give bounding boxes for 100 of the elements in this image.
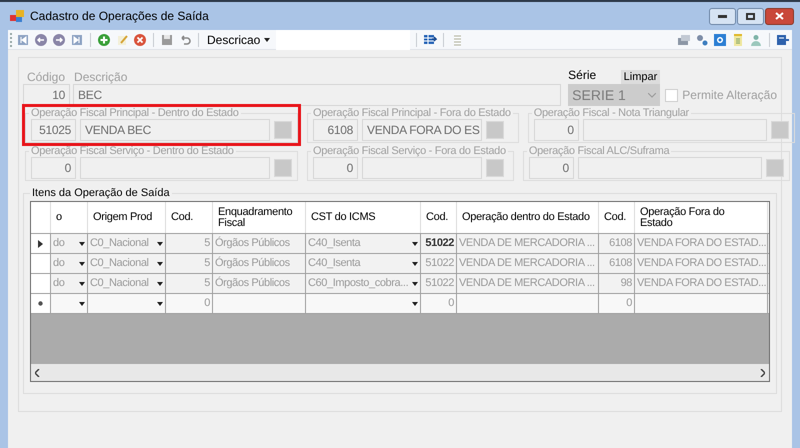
cell-text: 51022	[425, 256, 454, 272]
column-header[interactable]: Cod.	[599, 202, 635, 233]
group-title: Operação Fiscal Serviço - Fora do Estado	[312, 145, 507, 157]
add-icon[interactable]	[97, 32, 111, 46]
gear-icon[interactable]	[695, 32, 709, 46]
column-header[interactable]: CST do ICMS	[306, 202, 421, 233]
column-header[interactable]: Origem Prod	[88, 202, 166, 233]
description-field[interactable]	[80, 157, 270, 179]
edit-icon[interactable]	[115, 32, 129, 46]
search-field-dropdown[interactable]: Descricao	[205, 30, 272, 48]
current-row-icon	[38, 240, 43, 248]
delete-icon[interactable]	[133, 32, 147, 46]
dropdown-arrow-icon[interactable]	[79, 282, 85, 286]
code-field[interactable]: 51025	[31, 119, 76, 141]
cell-text: 6108	[609, 256, 632, 272]
cell-text: C40_Isenta	[308, 236, 360, 252]
cell-text: C60_Imposto_cobra...	[308, 276, 408, 292]
cell-text: 5	[204, 236, 210, 252]
cell-text: 0	[448, 296, 454, 312]
cell-text: VENDA DE MERCADORIA ...	[459, 236, 595, 252]
field-label: Código	[26, 69, 66, 84]
group-title: Operação Fiscal - Nota Triangular	[532, 107, 690, 119]
cell-text: do	[53, 236, 64, 252]
next-icon[interactable]	[52, 32, 66, 46]
cell-text: Órgãos Públicos	[215, 256, 290, 272]
description-field[interactable]: VENDA BEC	[80, 119, 270, 141]
checkbox[interactable]	[665, 88, 678, 102]
cell-text: 0	[204, 296, 210, 312]
cell-text: Órgãos Públicos	[215, 236, 290, 252]
group-title: Operação Fiscal ALC/Suframa	[528, 145, 671, 157]
column-header[interactable]: Cod.	[421, 202, 457, 233]
cell-text: 51022	[425, 276, 454, 292]
dropdown-arrow-icon[interactable]	[157, 262, 163, 266]
dropdown-arrow-icon[interactable]	[412, 302, 418, 306]
description-field[interactable]	[362, 157, 482, 179]
group-title: Operação Fiscal Principal - Fora do Estado	[312, 107, 512, 119]
column-header[interactable]: Enquadramento Fiscal	[213, 202, 306, 233]
description-field[interactable]	[582, 119, 767, 141]
clear-button[interactable]: Limpar	[620, 70, 660, 84]
exit-icon[interactable]	[776, 32, 790, 46]
grid-export-icon[interactable]	[423, 32, 438, 46]
cell-text: 5	[204, 276, 210, 292]
column-header[interactable]: o	[51, 202, 88, 233]
first-record-icon[interactable]	[16, 32, 30, 46]
group-title: Itens da Operação de Saída	[31, 188, 171, 199]
horizontal-scrollbar[interactable]	[31, 364, 769, 381]
cell-text: VENDA DE MERCADORIA ...	[459, 256, 595, 272]
dropdown-arrow-icon[interactable]	[79, 242, 85, 246]
code-field[interactable]: 0	[534, 119, 579, 141]
cell-text: 0	[626, 296, 632, 312]
user-icon[interactable]	[749, 32, 763, 46]
dropdown-arrow-icon[interactable]	[79, 302, 85, 306]
cell-text: Órgãos Públicos	[215, 276, 290, 292]
windows-icon[interactable]	[677, 32, 691, 46]
window-title: Cadastro de Operações de Saída	[30, 8, 210, 25]
previous-icon[interactable]	[34, 32, 48, 46]
code-field[interactable]: 0	[31, 157, 76, 179]
column-header[interactable]: Operação Fora do Estado	[635, 202, 768, 233]
dropdown-arrow-icon[interactable]	[412, 242, 418, 246]
scroll-left-icon[interactable]	[35, 368, 40, 376]
description-field[interactable]: BEC	[73, 84, 562, 106]
cell-text: 5	[204, 256, 210, 272]
code-field[interactable]: 0	[313, 157, 358, 179]
last-record-icon[interactable]	[70, 32, 84, 46]
description-field[interactable]: VENDA FORA DO ES	[362, 119, 482, 141]
dropdown-arrow-icon[interactable]	[412, 262, 418, 266]
field-label: Descrição	[73, 69, 128, 84]
checkbox-label: Permite Alteração	[682, 87, 777, 104]
maximize-button[interactable]	[737, 8, 764, 24]
app-icon	[10, 10, 24, 22]
dropdown-arrow-icon[interactable]	[79, 262, 85, 266]
code-field[interactable]: 6108	[313, 119, 358, 141]
dropdown-arrow-icon[interactable]	[157, 242, 163, 246]
cell-text: do	[53, 256, 64, 272]
dropdown-arrow-icon[interactable]	[157, 302, 163, 306]
row-header[interactable]	[31, 294, 51, 313]
cell-text: do	[53, 276, 64, 292]
cell-text: 6108	[609, 236, 632, 252]
dropdown-arrow-icon[interactable]	[412, 282, 418, 286]
scroll-right-icon[interactable]	[760, 368, 765, 376]
document-icon[interactable]	[731, 32, 745, 46]
code-field[interactable]: 10	[23, 84, 70, 106]
description-field[interactable]	[578, 157, 762, 179]
column-header[interactable]: Cod.	[166, 202, 213, 233]
column-header[interactable]: Operação dentro do Estado	[457, 202, 599, 233]
save-icon[interactable]	[160, 32, 174, 46]
cell-text: C40_Isenta	[308, 256, 360, 272]
code-field[interactable]: 0	[528, 157, 574, 179]
field-label: Série	[568, 67, 596, 84]
cell-text: VENDA FORA DO ESTAD...	[637, 256, 766, 272]
x-icon	[775, 12, 784, 20]
close-button[interactable]	[765, 8, 794, 24]
dropdown-arrow-icon[interactable]	[157, 282, 163, 286]
group-title: Operação Fiscal Serviço - Dentro do Estado	[30, 145, 235, 157]
screen-icon[interactable]	[713, 32, 727, 46]
search-input[interactable]	[276, 30, 410, 50]
minimize-button[interactable]	[709, 8, 736, 24]
row-header[interactable]	[31, 234, 51, 253]
chevron-icon	[648, 92, 656, 98]
cell-text: VENDA DE MERCADORIA ...	[459, 276, 595, 292]
